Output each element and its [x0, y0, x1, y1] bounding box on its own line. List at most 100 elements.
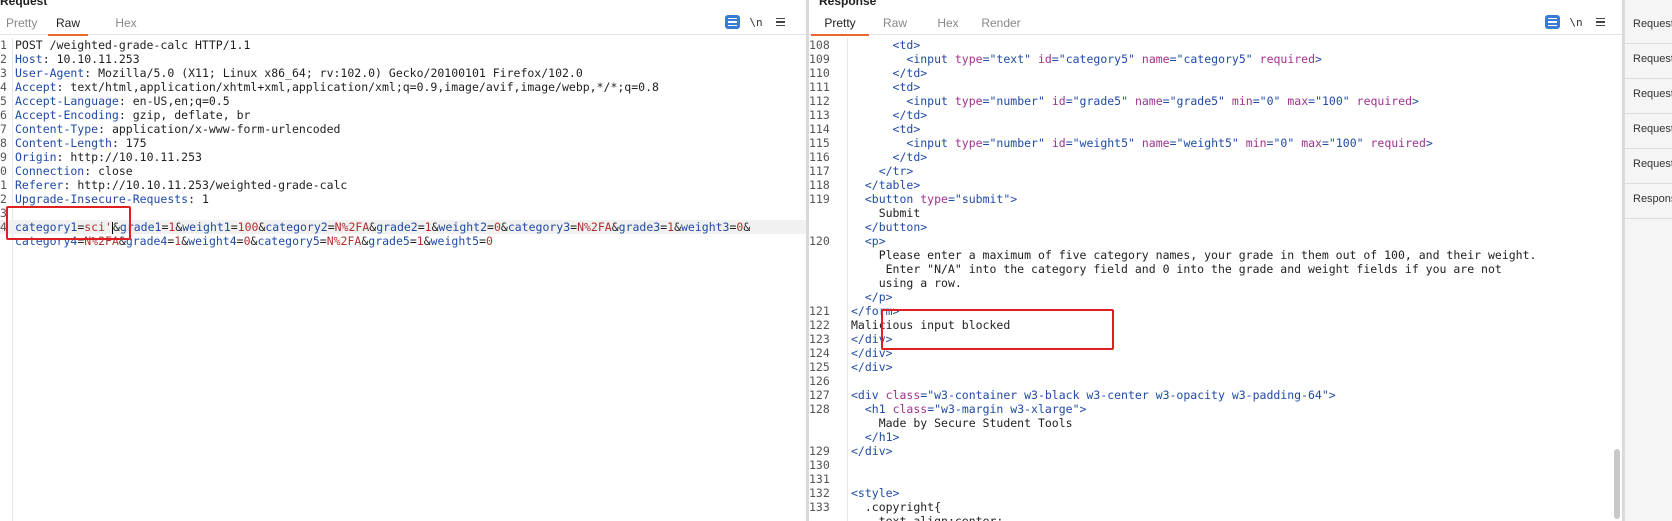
- wrap-lines-icon[interactable]: [1544, 14, 1560, 30]
- line-text: <h1 class="w3-margin w3-xlarge">: [851, 402, 1087, 416]
- punctuation: =: [236, 234, 244, 248]
- html-tag: =: [1065, 94, 1073, 108]
- newline-toggle-button[interactable]: \n: [748, 14, 764, 30]
- side-item-request[interactable]: Request: [1633, 88, 1672, 100]
- side-separator: [1625, 148, 1672, 149]
- line-text: Accept-Encoding: gzip, deflate, br: [15, 108, 250, 122]
- side-item-request[interactable]: Request: [1633, 158, 1672, 170]
- html-tag: <h1: [864, 402, 893, 416]
- punctuation: &: [431, 220, 439, 234]
- response-line: 120 <p>: [809, 234, 1622, 248]
- param-name: category5: [257, 234, 320, 248]
- header-value: en-US,en;q=0.5: [132, 94, 230, 108]
- attribute-value: "0": [1273, 136, 1295, 150]
- response-line: 125 </div>: [809, 360, 1622, 374]
- request-line: 9 Origin: http://10.10.11.253: [0, 150, 806, 164]
- html-tag: </td>: [892, 108, 928, 122]
- line-number: 116: [809, 150, 830, 164]
- html-tag: [1128, 94, 1135, 108]
- html-attribute: min: [1245, 136, 1267, 150]
- param-value: 0: [243, 234, 251, 248]
- param-value: N%2FA: [326, 234, 362, 248]
- line-text: Made by Secure Student Tools: [851, 416, 1073, 430]
- attribute-value: "100": [1328, 136, 1364, 150]
- request-editor[interactable]: 1 POST /weighted-grade-calc HTTP/1.1 2 Host…: [0, 38, 806, 521]
- line-number: 130: [809, 458, 830, 472]
- attribute-value: "text": [989, 52, 1032, 66]
- response-line: Please enter a maximum of five category …: [809, 248, 1622, 262]
- response-scrollbar[interactable]: [1614, 449, 1620, 519]
- attribute-value: "w3-container w3-black w3-center w3-opac…: [927, 388, 1329, 402]
- line-text: Referer: http://10.10.11.253/weighted-gr…: [15, 178, 347, 192]
- line-number: 120: [809, 234, 830, 248]
- html-tag: <input: [906, 94, 955, 108]
- html-tag: =: [1065, 136, 1073, 150]
- html-tag: =: [982, 136, 990, 150]
- attribute-value: "category5": [1058, 52, 1135, 66]
- html-tag: [1045, 94, 1052, 108]
- line-text: </td>: [851, 108, 928, 122]
- side-item-request[interactable]: Request: [1633, 123, 1672, 135]
- line-number: 118: [809, 178, 830, 192]
- side-item-request[interactable]: Request: [1633, 18, 1672, 30]
- header-name: Upgrade-Insecure-Requests: [15, 192, 189, 206]
- tab-hex[interactable]: Hex: [935, 15, 961, 34]
- html-tag: </table>: [864, 178, 921, 192]
- html-tag: =: [1169, 52, 1177, 66]
- side-item-response[interactable]: Response: [1633, 193, 1672, 205]
- response-line: 133 .copyright{: [809, 500, 1622, 514]
- param-name: weight3: [681, 220, 730, 234]
- tab-render[interactable]: Render: [981, 15, 1021, 34]
- tab-pretty[interactable]: Pretty: [6, 15, 37, 34]
- line-number: 122: [809, 318, 830, 332]
- wrap-lines-icon[interactable]: [724, 14, 740, 30]
- tab-raw[interactable]: Raw: [48, 15, 88, 36]
- request-line: 3 User-Agent: Mozilla/5.0 (X11; Linux x86…: [0, 66, 806, 80]
- line-text: using a row.: [851, 276, 962, 290]
- html-tag: [1031, 52, 1038, 66]
- line-text: Content-Type: application/x-www-form-url…: [15, 122, 340, 136]
- newline-toggle-button[interactable]: \n: [1568, 14, 1584, 30]
- text-content: Enter "N/A" into the category field and …: [885, 262, 1502, 276]
- tab-raw[interactable]: Raw: [882, 15, 908, 34]
- line-text: text-align:center;: [851, 514, 1004, 521]
- header-value: http://10.10.11.253/weighted-grade-calc: [77, 178, 348, 192]
- param-value: N%2FA: [577, 220, 612, 234]
- tab-hex[interactable]: Hex: [113, 15, 139, 34]
- response-line: </h1>: [809, 430, 1622, 444]
- html-tag: <td>: [892, 80, 921, 94]
- line-number: 108: [809, 38, 830, 52]
- html-tag: >: [1315, 52, 1322, 66]
- header-name: Content-Type: [15, 122, 99, 136]
- html-attribute: name: [1141, 52, 1170, 66]
- html-tag: >: [1328, 388, 1336, 402]
- response-line: 113 </td>: [809, 108, 1622, 122]
- menu-icon[interactable]: [772, 14, 788, 30]
- request-panel: Request Pretty Raw Hex \n 1 POST /weighte…: [0, 0, 806, 521]
- html-attribute: id: [1051, 94, 1066, 108]
- menu-icon[interactable]: [1592, 14, 1608, 30]
- header-name: User-Agent: [15, 66, 85, 80]
- response-line: </p>: [809, 290, 1622, 304]
- side-item-request[interactable]: Request: [1633, 53, 1672, 65]
- html-tag: >: [1079, 402, 1087, 416]
- line-text: Connection: close: [15, 164, 133, 178]
- request-line: 1 Referer: http://10.10.11.253/weighted-g…: [0, 178, 806, 192]
- line-text: <p>: [851, 234, 886, 248]
- side-separator: [1625, 183, 1672, 184]
- param-name: weight4: [188, 234, 237, 248]
- tab-pretty[interactable]: Pretty: [811, 15, 869, 36]
- line-number: 6: [0, 108, 7, 122]
- response-viewer[interactable]: 108 <td> 109 <input type="text" id="categ…: [809, 38, 1622, 521]
